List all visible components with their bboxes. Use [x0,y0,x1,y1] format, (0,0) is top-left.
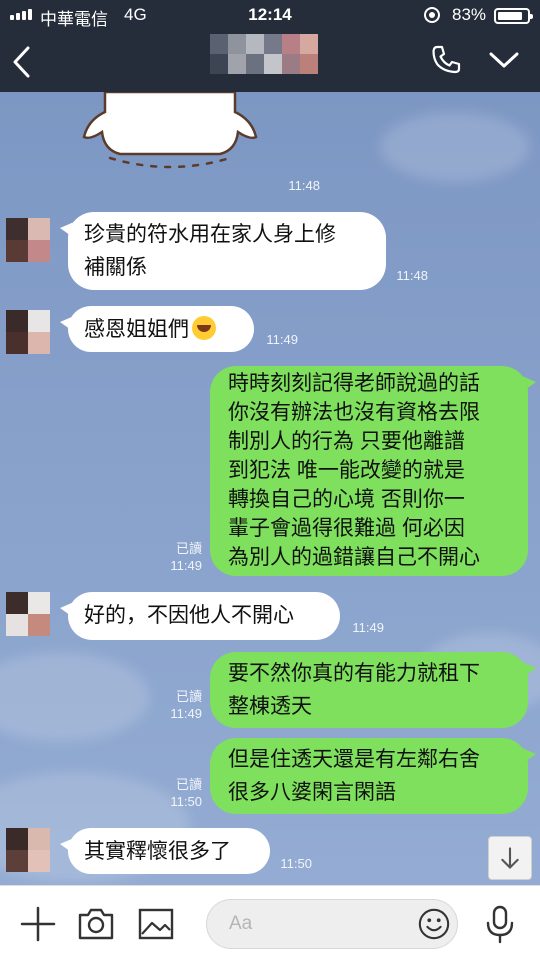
contact-name-pixelated[interactable] [210,34,322,74]
status-bar: 中華電信 4G 12:14 83% [0,0,540,30]
outgoing-message-bubble[interactable]: 但是住透天還是有左鄰右舍 很多八婆閑言閑語 [210,738,536,814]
message-text-line: 補關係 [84,256,147,279]
incoming-message-bubble[interactable]: 珍貴的符水用在家人身上修 補關係 [60,212,386,290]
chat-header: 中華電信 4G 12:14 83% [0,0,540,92]
message-text-line: 很多八婆閑言閑語 [228,781,396,804]
camera-icon[interactable] [76,904,116,944]
read-receipt: 已讀 11:50 [162,776,202,810]
avatar[interactable] [6,828,50,872]
outgoing-message-bubble[interactable]: 要不然你真的有能力就租下 整棟透天 [210,652,536,728]
rotation-lock-icon [424,7,440,23]
message-time: 11:50 [170,794,202,809]
scroll-to-bottom-button[interactable] [488,836,532,880]
message-time: 11:48 [396,268,428,283]
arrow-down-icon [501,847,519,869]
battery-icon [494,8,533,24]
image-icon[interactable] [136,904,176,944]
message-text-line: 時時刻刻記得老師說過的話 [228,372,480,395]
emoji-icon[interactable] [417,907,451,941]
chevron-down-icon[interactable] [488,48,520,72]
read-status: 已讀 [175,777,202,792]
read-status: 已讀 [175,689,202,704]
crying-face-icon [192,316,216,340]
message-text-line: 但是住透天還是有左鄰右舍 [228,748,480,771]
cartoon-sticker[interactable] [80,92,260,182]
avatar[interactable] [6,310,50,354]
outgoing-message-bubble[interactable]: 時時刻刻記得老師說過的話 你沒有辦法也沒有資格去限 制別人的行為 只要他離譜 到… [210,366,536,576]
message-time: 11:48 [288,178,320,193]
message-text-line: 制別人的行為 只要他離譜 [228,430,465,453]
microphone-icon[interactable] [480,904,520,944]
input-placeholder: Aa [229,913,253,934]
chat-area[interactable]: 11:48 珍貴的符水用在家人身上修 補關係 11:48 感恩姐姐們 11:49… [0,92,540,885]
battery-percentage: 83% [452,5,487,24]
background-cloud [0,652,150,742]
chevron-left-icon[interactable] [10,44,34,80]
message-text: 好的，不因他人不開心 [84,604,294,627]
incoming-message-bubble[interactable]: 好的，不因他人不開心 [60,592,340,640]
message-text-line: 輩子會過得很難過 何必因 [228,517,465,540]
incoming-message-bubble[interactable]: 其實釋懷很多了 [60,828,270,874]
plus-icon[interactable] [18,904,58,944]
message-text-line: 轉換自己的心境 否則你一 [228,488,465,511]
read-status: 已讀 [175,541,202,556]
message-time: 11:49 [170,558,202,573]
message-text-line: 珍貴的符水用在家人身上修 [84,223,336,246]
avatar[interactable] [6,592,50,636]
message-time: 11:49 [170,706,202,721]
message-text: 其實釋懷很多了 [84,840,231,863]
incoming-message-bubble[interactable]: 感恩姐姐們 [60,306,254,352]
message-input[interactable]: Aa [206,899,458,949]
message-text-line: 到犯法 唯一能改變的就是 [228,459,465,482]
message-input-bar: Aa [0,885,540,960]
read-receipt: 已讀 11:49 [162,688,202,722]
message-text-line: 為別人的過錯讓自己不開心 [228,546,480,569]
message-time: 11:49 [352,620,384,635]
message-text-line: 你沒有辦法也沒有資格去限 [228,401,480,424]
message-time: 11:50 [280,856,312,871]
avatar[interactable] [6,218,50,262]
message-text-line: 要不然你真的有能力就租下 [228,662,480,685]
message-text-line: 整棟透天 [228,695,312,718]
message-text: 感恩姐姐們 [84,318,189,341]
read-receipt: 已讀 11:49 [162,540,202,574]
background-cloud [380,112,530,182]
message-time: 11:49 [266,332,298,347]
phone-icon[interactable] [430,44,462,76]
